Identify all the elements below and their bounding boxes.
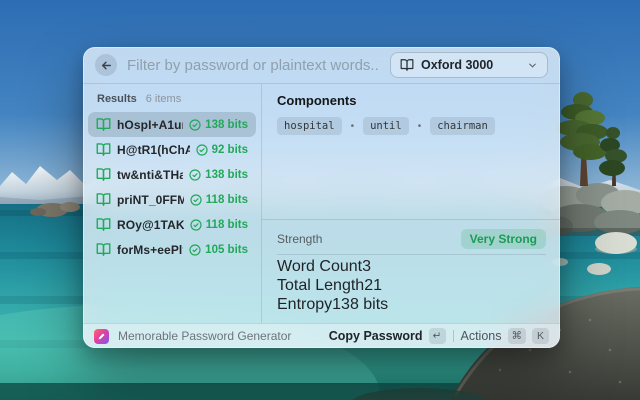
bullet-separator: • (350, 120, 355, 132)
pen-icon (98, 333, 105, 339)
stat-value: 21 (364, 276, 382, 294)
password-text: tw&nti&THaRR!vE_4T… (117, 167, 184, 182)
copy-password-label: Copy Password (328, 329, 423, 343)
desktop: Oxford 3000 Results 6 items hOspI+A1unTi (0, 0, 640, 400)
metadata-section: Strength Very Strong Word Count 3 Total … (262, 219, 560, 323)
result-row[interactable]: H@tR1(hChAR!Ty 92 bits (88, 137, 256, 162)
actions-button[interactable]: Actions ⌘ K (460, 328, 549, 344)
entropy-badge: 118 bits (205, 193, 248, 206)
results-count: 6 items (145, 93, 182, 105)
stat-row: Word Count 3 (277, 257, 546, 276)
stat-label: Entropy (277, 295, 333, 313)
back-button[interactable] (95, 54, 117, 76)
stat-row: Total Length 21 (277, 276, 546, 295)
results-title: Results (97, 93, 137, 105)
check-circle-icon (189, 118, 201, 131)
search-input[interactable] (127, 56, 380, 74)
stat-label: Total Length (277, 276, 365, 294)
entropy-badge: 92 bits (211, 143, 248, 156)
entropy-badge: 138 bits (205, 118, 248, 131)
bullet-separator: • (417, 120, 422, 132)
copy-password-button[interactable]: Copy Password ↵ (329, 328, 446, 344)
password-text: ROy@1TAK&_inrecALl (117, 217, 184, 232)
stat-row: Entropy 138 bits (277, 295, 546, 314)
book-icon (96, 243, 111, 256)
components-list: hospital • until • chairman (277, 117, 545, 135)
book-icon (400, 59, 414, 71)
password-text: priNT_0FFMEmBeR+0E (117, 192, 184, 207)
check-circle-icon (190, 193, 202, 206)
password-text: forMs+eePlym4+CH (117, 242, 183, 257)
stat-value: 3 (362, 257, 371, 275)
result-row[interactable]: tw&nti&THaRR!vE_4T… 138 bits (88, 162, 256, 187)
book-icon (96, 193, 111, 206)
password-text: hOspI+A1unTil(HairM… (117, 117, 184, 132)
components-title: Components (277, 93, 357, 108)
detail-panel: Components hospital • until • chairman S… (262, 84, 560, 323)
footer-divider (452, 330, 454, 342)
window-body: Results 6 items hOspI+A1unTil(HairM… 138… (83, 84, 560, 323)
result-row[interactable]: hOspI+A1unTil(HairM… 138 bits (88, 112, 256, 137)
return-keycap: ↵ (428, 328, 446, 344)
app-icon (94, 328, 109, 344)
stat-value: 138 bits (332, 295, 389, 313)
stat-label: Word Count (277, 257, 363, 275)
arrow-left-icon (101, 61, 111, 69)
dictionary-label: Oxford 3000 (421, 58, 494, 72)
book-icon (96, 143, 111, 156)
strength-row: Strength Very Strong (277, 225, 546, 253)
check-circle-icon (190, 218, 202, 231)
result-row[interactable]: forMs+eePlym4+CH 105 bits (88, 237, 256, 262)
entropy-badge: 138 bits (205, 168, 248, 181)
strength-label: Strength (277, 232, 323, 246)
result-row[interactable]: priNT_0FFMEmBeR+0E 118 bits (88, 187, 256, 212)
app-name: Memorable Password Generator (118, 329, 292, 343)
book-icon (96, 218, 111, 231)
chevron-down-icon (529, 63, 536, 67)
results-header: Results 6 items (88, 90, 256, 112)
action-bar: Memorable Password Generator Copy Passwo… (83, 323, 560, 348)
component-tag: hospital (277, 117, 342, 135)
component-tag: until (363, 117, 409, 135)
check-circle-icon (189, 168, 201, 181)
k-keycap: K (532, 328, 549, 344)
app-window: Oxford 3000 Results 6 items hOspI+A1unTi (83, 47, 560, 348)
cmd-keycap: ⌘ (507, 328, 526, 344)
dictionary-dropdown[interactable]: Oxford 3000 (390, 52, 548, 78)
password-text: H@tR1(hChAR!Ty (117, 142, 190, 157)
divider (277, 254, 546, 255)
component-tag: chairman (430, 117, 495, 135)
actions-label: Actions (460, 329, 502, 343)
search-bar: Oxford 3000 (83, 47, 560, 84)
check-circle-icon (195, 143, 208, 156)
strength-badge: Very Strong (460, 229, 546, 249)
result-row[interactable]: ROy@1TAK&_inrecALl 118 bits (88, 212, 256, 237)
book-icon (96, 168, 111, 181)
book-icon (96, 118, 111, 131)
entropy-badge: 105 bits (205, 243, 248, 256)
entropy-badge: 118 bits (205, 218, 248, 231)
check-circle-icon (189, 243, 201, 256)
results-panel: Results 6 items hOspI+A1unTil(HairM… 138… (83, 84, 262, 323)
